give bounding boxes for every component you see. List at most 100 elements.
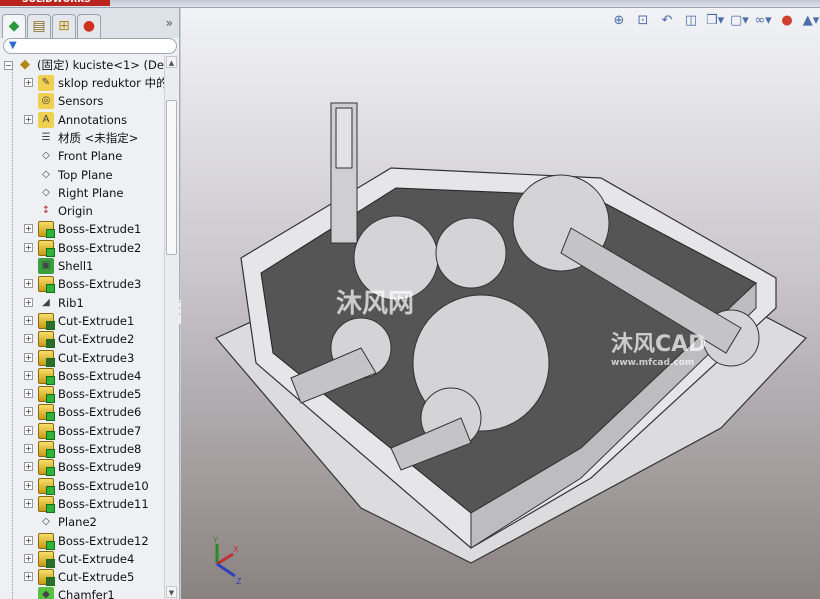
tree-item[interactable]: ☰ 材质 <未指定>	[38, 129, 139, 147]
tree-item-label: Boss-Extrude1	[58, 222, 142, 237]
expand-icon[interactable]: +	[24, 407, 33, 417]
zoom-to-area-icon[interactable]: ⊡	[634, 12, 652, 30]
tree-item-label: Cut-Extrude2	[58, 332, 135, 347]
tree-item[interactable]: + Cut-Extrude5	[24, 568, 134, 586]
tree-item-label: Chamfer1	[58, 588, 115, 599]
section-view-icon[interactable]: ◫	[682, 12, 700, 30]
display-style-icon[interactable]: ▢▾	[730, 12, 749, 30]
zoom-to-fit-icon[interactable]: ⊕	[610, 12, 628, 30]
tree-item[interactable]: + Boss-Extrude6	[24, 403, 142, 421]
tree-item[interactable]: + Boss-Extrude7	[24, 422, 141, 440]
expand-icon[interactable]: +	[24, 297, 33, 307]
tree-item[interactable]: ◇ Plane2	[38, 513, 97, 531]
tree-item[interactable]: + Boss-Extrude1	[24, 220, 142, 238]
hide-show-icon[interactable]: ∞▾	[754, 12, 772, 30]
expand-icon[interactable]: +	[24, 425, 33, 435]
tab-configuration-manager[interactable]: ⊞	[52, 14, 76, 38]
expand-icon[interactable]: +	[24, 389, 33, 399]
tree-item[interactable]: + Boss-Extrude3	[24, 275, 142, 293]
plane-icon: ◇	[42, 168, 50, 180]
tree-item-label: Boss-Extrude11	[58, 496, 149, 511]
expand-icon[interactable]: +	[24, 498, 33, 508]
expand-icon[interactable]: +	[24, 352, 33, 362]
expand-icon[interactable]: +	[24, 553, 33, 563]
expand-icon[interactable]: +	[24, 242, 33, 252]
tree-item[interactable]: + Boss-Extrude11	[24, 495, 149, 513]
expand-panel-button[interactable]: »	[166, 16, 173, 30]
tree-item[interactable]: ◆ Chamfer1	[38, 586, 115, 599]
panel-tabs: ◆ ▤ ⊞ ● »	[0, 8, 179, 38]
shell-icon: ▣	[38, 258, 54, 274]
cut-icon	[38, 312, 54, 329]
origin-icon: ↕	[41, 205, 51, 217]
annotation-icon: A	[38, 111, 54, 128]
expand-icon[interactable]: +	[24, 462, 33, 472]
tree-item[interactable]: + Cut-Extrude3	[24, 349, 135, 367]
tree-item[interactable]: + A Annotations	[24, 111, 127, 129]
scroll-down-button[interactable]: ▼	[166, 586, 177, 598]
tree-item-label: Boss-Extrude3	[58, 277, 142, 292]
graphics-area[interactable]: 沐风网 沐风CAD www.mfcad.com ⊕ ⊡ ↶ ◫ ❒▾ ▢▾ ∞▾ ● ▲▾ Y X…	[181, 8, 820, 599]
tree-item-label: Boss-Extrude5	[58, 387, 142, 402]
material-icon: ☰	[41, 131, 51, 143]
boss-icon	[38, 239, 54, 256]
tree-item[interactable]: + Boss-Extrude2	[24, 239, 141, 257]
tree-item[interactable]: ↕ Origin	[38, 202, 93, 220]
tab-property-manager[interactable]: ▤	[27, 14, 51, 38]
expand-icon[interactable]: +	[24, 572, 33, 582]
expand-icon[interactable]: +	[24, 114, 33, 124]
tree-item[interactable]: + Boss-Extrude9	[24, 458, 141, 476]
expand-icon[interactable]: +	[24, 334, 33, 344]
tree-item[interactable]: + Cut-Extrude2	[24, 330, 135, 348]
expand-icon[interactable]: +	[24, 370, 33, 380]
tree-item[interactable]: + Cut-Extrude4	[24, 550, 134, 568]
watermark: 沐风网	[336, 289, 415, 319]
feature-tree: − ◆ (固定) kuciste<1> (Defa + ✎ sklop redukt…	[0, 55, 164, 599]
tree-scrollbar[interactable]: ▲ ▼	[164, 55, 178, 599]
filter-input[interactable]: ▼	[3, 38, 177, 54]
tree-item-label: Boss-Extrude6	[58, 405, 142, 420]
expand-icon[interactable]: +	[24, 78, 33, 87]
tree-item[interactable]: + Boss-Extrude5	[24, 385, 142, 403]
tree-item[interactable]: + ◢ Rib1	[24, 294, 84, 312]
tree-item[interactable]: + Boss-Extrude12	[24, 532, 149, 550]
edit-appearance-icon[interactable]: ●	[778, 12, 796, 30]
tree-item[interactable]: + Boss-Extrude4	[24, 367, 142, 385]
tree-item[interactable]: + Boss-Extrude10	[24, 477, 149, 495]
tree-item-label: Shell1	[58, 259, 94, 273]
tree-item[interactable]: ▣ Shell1	[38, 257, 93, 275]
tree-item-label: Boss-Extrude4	[58, 368, 142, 383]
tree-item[interactable]: ◇ Front Plane	[38, 147, 122, 165]
collapse-icon[interactable]: −	[4, 60, 13, 70]
scroll-thumb[interactable]	[166, 100, 177, 255]
tree-item[interactable]: + Boss-Extrude8	[24, 440, 142, 458]
boss-icon	[38, 532, 54, 549]
boss-icon	[38, 422, 54, 439]
boss-icon	[38, 276, 54, 293]
expand-icon[interactable]: +	[24, 444, 33, 453]
previous-view-icon[interactable]: ↶	[658, 12, 676, 30]
tree-item-label: Boss-Extrude8	[58, 442, 142, 456]
tree-item[interactable]: ◇ Right Plane	[38, 184, 123, 202]
tab-feature-manager[interactable]: ◆	[2, 14, 26, 38]
watermark-url: www.mfcad.com	[611, 358, 695, 368]
tree-item[interactable]: ◎ Sensors	[38, 92, 103, 110]
expand-icon[interactable]: +	[24, 224, 33, 234]
expand-icon[interactable]: +	[24, 315, 33, 325]
axis-triad: Y X Z	[212, 536, 242, 586]
part-icon: ◆	[20, 57, 30, 72]
tree-item[interactable]: + Cut-Extrude1	[24, 312, 134, 330]
expand-icon[interactable]: +	[24, 279, 33, 289]
tree-item-label: Cut-Extrude3	[58, 350, 135, 365]
expand-icon[interactable]: +	[24, 535, 33, 545]
view-orientation-icon[interactable]: ❒▾	[706, 12, 724, 30]
tree-item[interactable]: ◇ Top Plane	[38, 166, 112, 184]
tree-root[interactable]: − ◆ (固定) kuciste<1> (Defa	[4, 56, 164, 74]
scroll-up-button[interactable]: ▲	[166, 56, 177, 68]
tree-item[interactable]: + ✎ sklop reduktor 中的	[24, 74, 164, 92]
cut-icon	[38, 349, 54, 366]
cut-icon	[38, 331, 54, 348]
apply-scene-icon[interactable]: ▲▾	[802, 12, 820, 30]
expand-icon[interactable]: +	[24, 480, 33, 490]
tab-display-manager[interactable]: ●	[77, 14, 101, 38]
